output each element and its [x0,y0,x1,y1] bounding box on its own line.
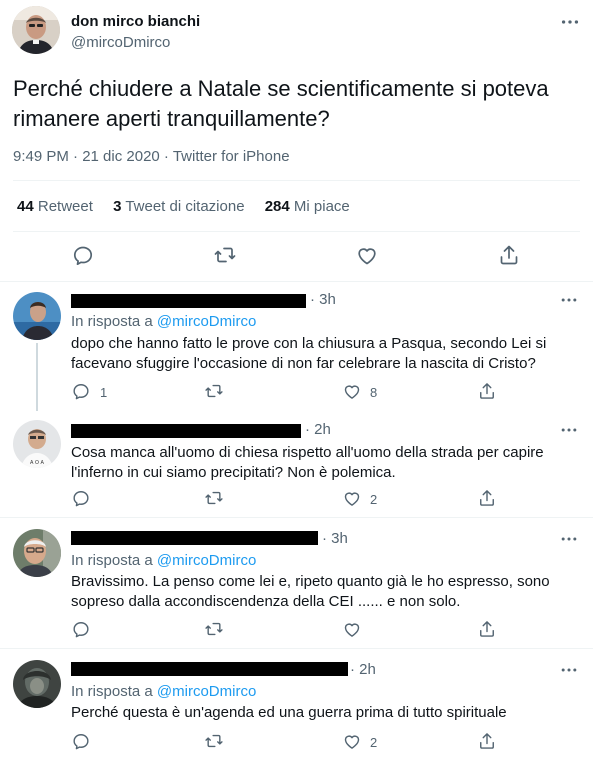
retweet-icon[interactable] [213,243,237,267]
reply-avatar[interactable] [13,529,61,577]
reply-time[interactable]: · 2h [305,421,331,438]
redacted-name [71,424,301,438]
reply-icon[interactable] [71,619,91,639]
reply-icon[interactable] [71,731,91,751]
retweet-icon[interactable] [204,619,224,639]
more-icon[interactable] [559,11,581,33]
in-reply-prefix: In risposta a [71,313,153,330]
reply-icon[interactable] [71,243,95,267]
retweet-count: 44 [17,198,34,215]
retweet-icon[interactable] [204,731,224,751]
more-icon[interactable] [559,420,579,440]
retweet-icon[interactable] [204,381,224,401]
like-icon[interactable] [342,731,362,751]
reply-avatar[interactable]: A O A [13,420,61,468]
tweet-actions [0,240,593,270]
reply-time[interactable]: · 3h [310,291,336,308]
tweet-text: Perché chiudere a Natale se scientificam… [13,76,549,131]
in-reply-prefix: In risposta a [71,552,153,569]
mention-link[interactable]: @mircoDmirco [157,552,256,569]
reply-time[interactable]: · 3h [322,530,348,547]
in-reply-to: In risposta a @mircoDmirco [71,313,256,330]
more-icon[interactable] [559,660,579,680]
redacted-name [71,662,348,676]
like-count: 8 [370,385,378,400]
like-icon[interactable] [342,619,362,639]
author-name[interactable]: don mirco bianchi [71,13,200,30]
reply-tweet[interactable]: A O A · 2h Cosa manca all'uomo di chiesa… [0,412,593,517]
like-icon[interactable] [355,243,379,267]
reply-text: Cosa manca all'uomo di chiesa rispetto a… [71,444,544,481]
thread-line [36,343,38,411]
share-icon[interactable] [477,381,497,401]
reply-icon[interactable] [71,488,91,508]
tweet-meta[interactable]: 9:49 PM · 21 dic 2020 · Twitter for iPho… [13,148,290,165]
in-reply-prefix: In risposta a [71,683,153,700]
reply-tweet[interactable]: · 3h In risposta a @mircoDmirco dopo che… [0,282,593,410]
author-avatar[interactable] [12,6,60,54]
retweet-stat[interactable]: 44 Retweet [17,198,93,215]
reply-avatar[interactable] [13,660,61,708]
like-label: Mi piace [293,198,350,215]
reply-icon[interactable] [71,381,91,401]
like-count: 2 [370,492,378,507]
redacted-name [71,531,318,545]
more-icon[interactable] [559,529,579,549]
retweet-icon[interactable] [204,488,224,508]
like-icon[interactable] [342,488,362,508]
in-reply-to: In risposta a @mircoDmirco [71,683,256,700]
share-icon[interactable] [477,731,497,751]
divider [13,180,580,181]
reply-text: Bravissimo. La penso come lei e, ripeto … [71,573,550,610]
like-count: 284 [264,198,290,215]
reply-text: Perché questa è un'agenda ed una guerra … [71,704,507,721]
divider [13,231,580,232]
in-reply-to: In risposta a @mircoDmirco [71,552,256,569]
retweet-label: Retweet [37,198,93,215]
svg-text:A O A: A O A [30,460,45,466]
share-icon[interactable] [477,619,497,639]
tweet-stats: 44 Retweet 3 Tweet di citazione 284 Mi p… [17,198,366,215]
quote-stat[interactable]: 3 Tweet di citazione [113,198,244,215]
reply-time[interactable]: · 2h [350,661,376,678]
more-icon[interactable] [559,290,579,310]
reply-tweet[interactable]: · 3h In risposta a @mircoDmirco Bravissi… [0,518,593,648]
reply-text: dopo che hanno fatto le prove con la chi… [71,335,547,372]
share-icon[interactable] [477,488,497,508]
like-icon[interactable] [342,381,362,401]
mention-link[interactable]: @mircoDmirco [157,683,256,700]
author-handle[interactable]: @mircoDmirco [71,34,170,51]
mention-link[interactable]: @mircoDmirco [157,313,256,330]
quote-label: Tweet di citazione [125,198,245,215]
like-count: 2 [370,735,378,750]
quote-count: 3 [113,198,122,215]
reply-avatar[interactable] [13,292,61,340]
reply-tweet[interactable]: · 2h In risposta a @mircoDmirco Perché q… [0,649,593,762]
reply-count: 1 [100,385,108,400]
like-stat[interactable]: 284 Mi piace [265,198,350,215]
share-icon[interactable] [497,243,521,267]
redacted-name [71,294,306,308]
